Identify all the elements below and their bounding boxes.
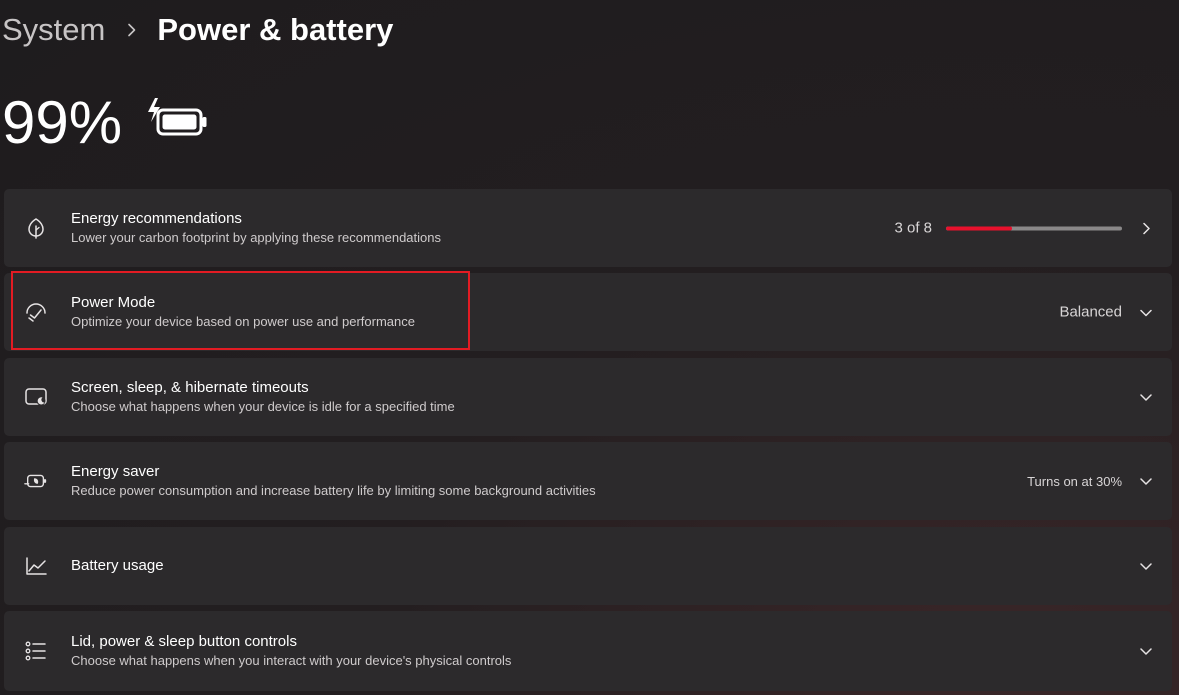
page-title: Power & battery <box>157 12 394 47</box>
lid-controls-title: Lid, power & sleep button controls <box>71 633 297 650</box>
breadcrumb: System Power & battery <box>2 8 393 52</box>
power-mode-card[interactable]: Power Mode Optimize your device based on… <box>4 273 1172 351</box>
leaf-icon <box>24 216 48 240</box>
energy-recommendations-progress <box>946 226 1122 230</box>
power-mode-subtitle: Optimize your device based on power use … <box>71 314 415 329</box>
energy-saver-card[interactable]: Energy saver Reduce power consumption an… <box>4 442 1172 520</box>
battery-percentage: 99% <box>2 88 123 156</box>
energy-saver-icon <box>24 469 48 493</box>
lid-controls-card[interactable]: Lid, power & sleep button controls Choos… <box>4 611 1172 691</box>
energy-recommendations-title: Energy recommendations <box>71 210 242 227</box>
energy-recommendations-card[interactable]: Energy recommendations Lower your carbon… <box>4 189 1172 267</box>
lid-controls-subtitle: Choose what happens when you interact wi… <box>71 653 512 668</box>
power-mode-title: Power Mode <box>71 294 156 311</box>
battery-charging-icon <box>146 96 210 140</box>
screen-sleep-icon <box>24 385 48 409</box>
chevron-down-icon[interactable] <box>1138 389 1154 405</box>
screen-sleep-title: Screen, sleep, & hibernate timeouts <box>71 379 309 396</box>
chevron-down-icon[interactable] <box>1138 558 1154 574</box>
battery-usage-card[interactable]: Battery usage <box>4 527 1172 605</box>
energy-recommendations-count: 3 of 8 <box>894 219 932 237</box>
energy-recommendations-progress-fill <box>946 226 1012 230</box>
chevron-down-icon[interactable] <box>1138 643 1154 659</box>
screen-sleep-subtitle: Choose what happens when your device is … <box>71 399 455 414</box>
breadcrumb-system-link[interactable]: System <box>2 12 105 48</box>
list-icon <box>24 639 48 663</box>
breadcrumb-separator-icon <box>127 23 137 37</box>
battery-status: 99% <box>2 82 210 162</box>
chevron-right-icon[interactable] <box>1138 220 1154 236</box>
energy-recommendations-subtitle: Lower your carbon footprint by applying … <box>71 230 441 245</box>
screen-sleep-card[interactable]: Screen, sleep, & hibernate timeouts Choo… <box>4 358 1172 436</box>
chart-line-icon <box>24 554 48 578</box>
power-mode-icon <box>24 300 48 324</box>
power-mode-select[interactable]: Balanced <box>1059 304 1122 321</box>
chevron-down-icon[interactable] <box>1138 473 1154 489</box>
chevron-down-icon[interactable] <box>1138 304 1154 320</box>
battery-usage-title: Battery usage <box>71 557 164 574</box>
energy-saver-title: Energy saver <box>71 463 160 480</box>
energy-saver-subtitle: Reduce power consumption and increase ba… <box>71 483 596 498</box>
energy-saver-status: Turns on at 30% <box>1027 473 1122 489</box>
